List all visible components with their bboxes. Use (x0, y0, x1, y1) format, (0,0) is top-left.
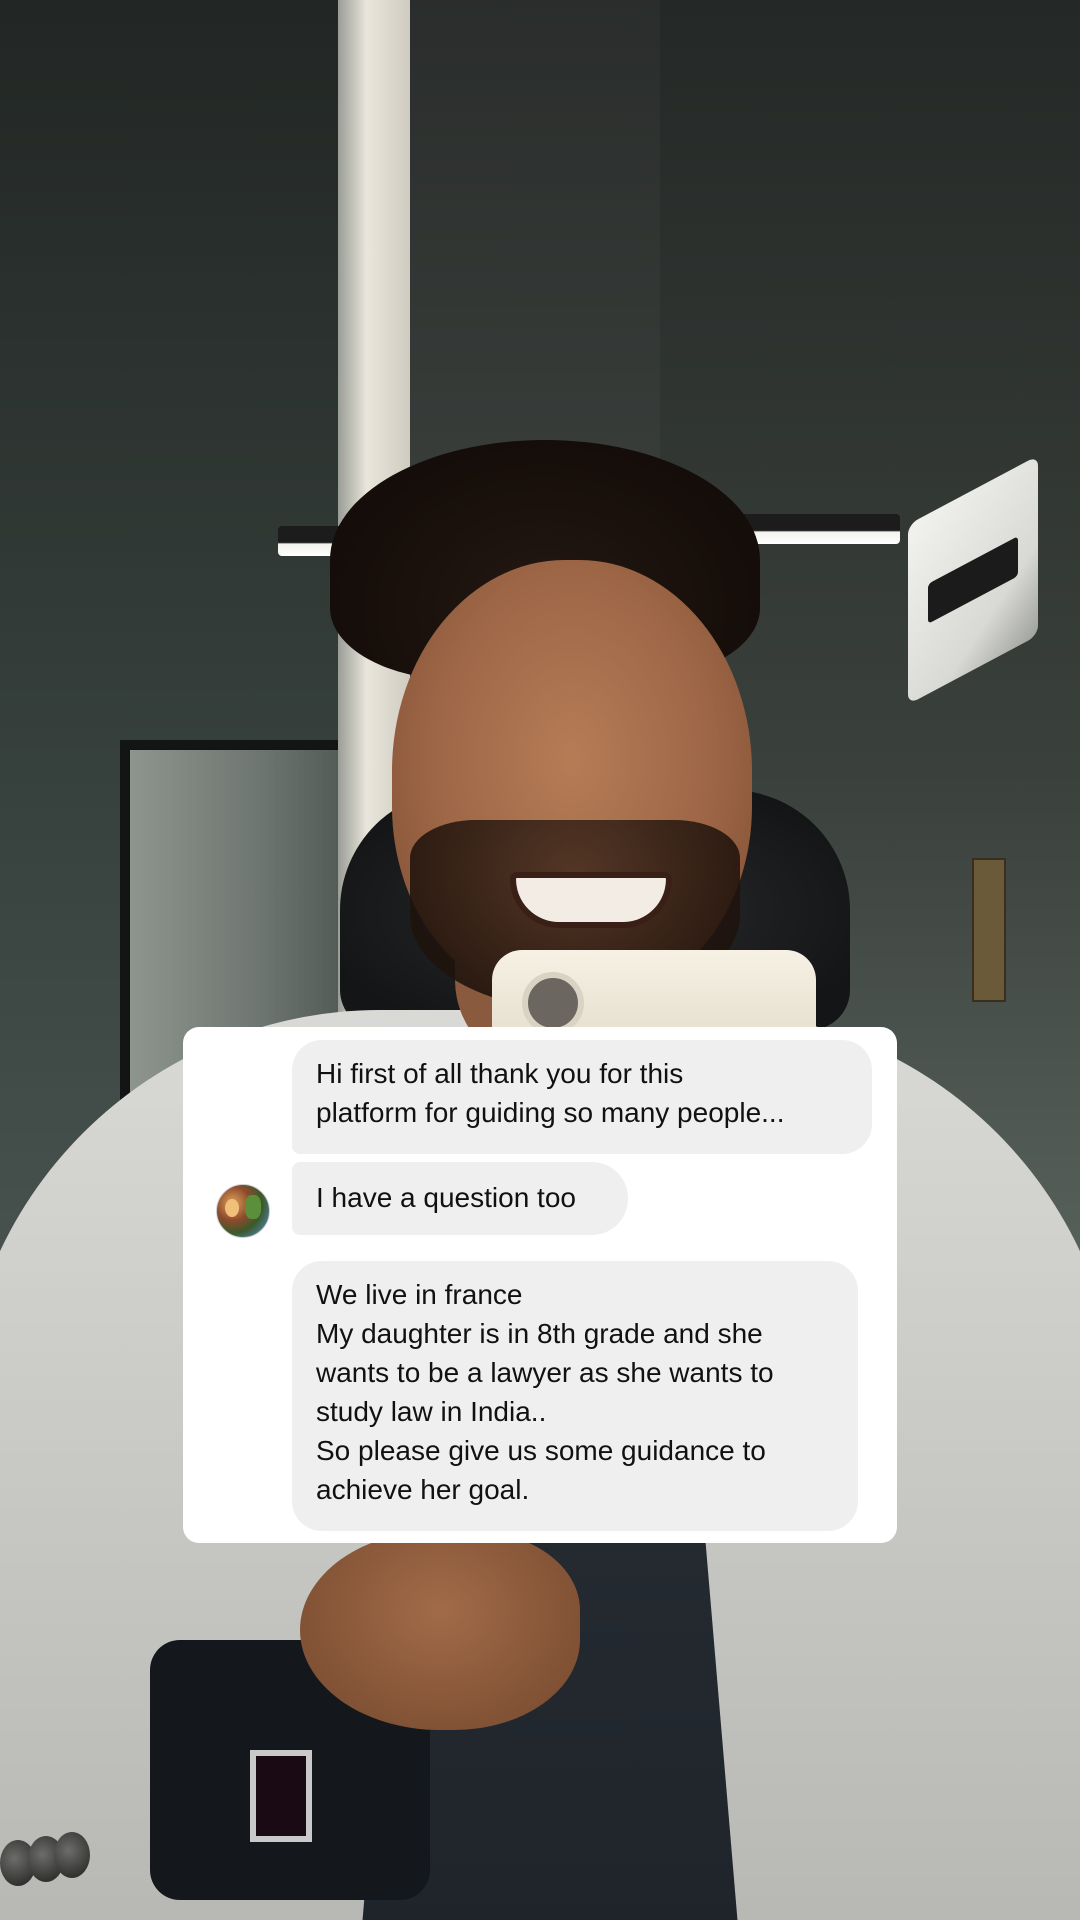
video-background (0, 0, 1080, 1920)
cufflink (250, 1750, 312, 1842)
sender-avatar (216, 1184, 270, 1238)
air-conditioner-vent (928, 536, 1018, 624)
message-bubble-2: I have a question too (292, 1162, 628, 1235)
person-hand (300, 1530, 580, 1730)
jacket-button (54, 1832, 90, 1878)
message-bubble-1: Hi first of all thank you for this platf… (292, 1040, 872, 1154)
message-bubble-3: We live in france My daughter is in 8th … (292, 1261, 858, 1531)
phone-camera-icon (522, 972, 584, 1034)
avatar-photo-detail (245, 1195, 261, 1219)
person-smile (510, 872, 672, 928)
wall-sign (972, 858, 1006, 1002)
jacket-buttons (0, 1830, 90, 1890)
avatar-photo-detail (225, 1199, 239, 1217)
dm-screenshot-card: Hi first of all thank you for this platf… (183, 1027, 897, 1543)
